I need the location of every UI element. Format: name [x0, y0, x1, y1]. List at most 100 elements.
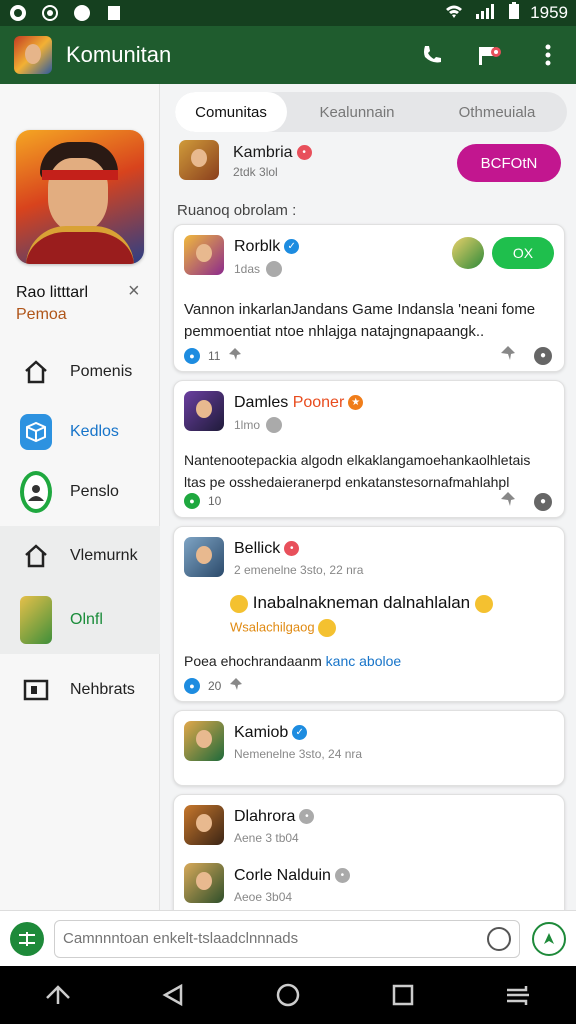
battery-icon: [508, 1, 520, 25]
tab-comunitas[interactable]: Comunitas: [175, 92, 287, 132]
share-icon[interactable]: [500, 345, 516, 366]
pin-icon[interactable]: [228, 347, 242, 364]
back-icon[interactable]: [153, 975, 193, 1015]
sidebar-item-label: Kedlos: [70, 423, 119, 440]
post-body: Nantenootepackia algodn elkaklangamoehan…: [184, 452, 531, 490]
post-card[interactable]: Damles Pooner ★ 1lmo Nantenootepackia alg…: [173, 380, 565, 518]
post-author: Rorblk ✓: [234, 238, 300, 256]
user-avatar[interactable]: [184, 805, 224, 845]
post-author: Kamiob ✓: [234, 724, 308, 742]
message-status-icon: [104, 4, 124, 22]
avatar-icon: [20, 596, 52, 644]
clock-icon: [266, 417, 283, 433]
post-meta: 1das: [234, 261, 283, 277]
user-avatar[interactable]: [184, 235, 224, 275]
join-button[interactable]: OX: [492, 237, 554, 269]
profile-name: Rao litttarl: [16, 284, 89, 301]
game-icon[interactable]: ●: [534, 492, 552, 511]
user-avatar[interactable]: [184, 721, 224, 761]
post-card[interactable]: Bellick • 2 emenelne 3sto, 22 nra Inabaln…: [173, 526, 565, 702]
post-body: Vannon inkarlanJandans Game Indansla 'ne…: [184, 301, 536, 340]
post-card[interactable]: Dlahrora • Aene 3 tb04 Corle Nalduin • Aeo…: [173, 794, 565, 910]
like-icon[interactable]: ●: [184, 677, 200, 694]
emoji-picker-icon[interactable]: [487, 926, 511, 951]
share-icon[interactable]: [500, 491, 516, 512]
cube-icon: [20, 414, 52, 450]
tab-kealunnain[interactable]: Kealunnain: [287, 92, 427, 132]
message-field: [54, 919, 520, 958]
user-avatar[interactable]: [184, 537, 224, 577]
recents-icon[interactable]: [383, 975, 423, 1015]
sidebar-item-nehbrats[interactable]: Nehbrats: [0, 660, 160, 720]
award-icon: ★: [348, 395, 364, 411]
post-reactions: ● 11: [184, 347, 242, 364]
pin-icon[interactable]: [229, 677, 243, 694]
app-title: Komunitan: [66, 42, 172, 67]
sidebar-item-label: Olnfl: [70, 611, 103, 628]
profile-subtitle: Pemoa: [16, 306, 67, 323]
sync-icon: [40, 4, 60, 22]
sidebar: Rao litttarl Pemoa × Pomenis Kedlos Pens…: [0, 84, 160, 910]
wifi-icon: [444, 3, 464, 24]
sidebar-item-kedlos[interactable]: Kedlos: [0, 402, 160, 462]
post-meta: Aeoe 3b04: [234, 890, 293, 904]
like-icon[interactable]: ●: [184, 347, 200, 364]
community-name: Kambria •: [233, 144, 312, 162]
follow-button[interactable]: BCFOtN: [457, 144, 561, 182]
sidebar-item-label: Pomenis: [70, 363, 133, 380]
post-title: Inabalnakneman dalnahlalan: [230, 593, 493, 613]
sidebar-item-home[interactable]: Pomenis: [0, 342, 160, 402]
more-menu-button[interactable]: [534, 41, 562, 69]
sidebar-item-vlemurnk[interactable]: Vlemurnk: [0, 526, 160, 586]
sidebar-item-label: Vlemurnk: [70, 547, 138, 564]
game-icon[interactable]: ●: [534, 346, 552, 365]
sidebar-item-label: Penslo: [70, 483, 119, 500]
post-meta: Aene 3 tb04: [234, 831, 299, 845]
verified-badge-icon: •: [296, 145, 312, 161]
message-input[interactable]: [63, 930, 487, 947]
member-avatar: [452, 237, 484, 269]
post-author: Bellick •: [234, 540, 300, 558]
phone-status-icon: [72, 4, 92, 22]
post-reactions: ● 10: [184, 493, 221, 509]
app-logo: [14, 36, 52, 74]
tab-othmeuiala[interactable]: Othmeuiala: [427, 92, 567, 132]
sidebar-item-olnfl[interactable]: Olnfl: [0, 586, 160, 654]
profile-hero-image[interactable]: [16, 130, 144, 264]
community-meta: 2tdk 3lol: [233, 165, 278, 179]
emoji-icon: [230, 594, 248, 613]
post-author: Damles Pooner ★: [234, 394, 364, 412]
home-icon: [20, 540, 52, 572]
notification-icon: [8, 4, 28, 22]
post-card[interactable]: Kamiob ✓ Nemenelne 3sto, 24 nra: [173, 710, 565, 786]
flag-button[interactable]: [476, 41, 504, 69]
sidebar-item-label: Nehbrats: [70, 681, 135, 698]
home-icon: [20, 356, 52, 388]
post-subtitle: Wsalachilgaog: [230, 619, 337, 637]
status-bar: 1959: [0, 0, 576, 26]
nav-up-icon[interactable]: [38, 975, 78, 1015]
signal-icon: [474, 3, 498, 24]
status-icon: •: [299, 809, 315, 825]
main-content: Comunitas Kealunnain Othmeuiala Kambria •…: [161, 84, 576, 910]
user-avatar[interactable]: [184, 391, 224, 431]
community-avatar[interactable]: [179, 140, 219, 180]
post-body: Poea ehochrandaanm kanc aboloe: [184, 653, 402, 669]
clock-icon: [266, 261, 283, 277]
post-card[interactable]: Rorblk ✓ 1das OX Vannon inkarlanJandans G…: [173, 224, 565, 372]
switch-icon[interactable]: [498, 975, 538, 1015]
emoji-icon: [474, 594, 493, 613]
sidebar-item-penslo[interactable]: Penslo: [0, 462, 160, 522]
send-button[interactable]: [532, 921, 566, 956]
section-label: Ruanoq obrolam :: [177, 202, 297, 219]
user-avatar[interactable]: [184, 863, 224, 903]
call-button[interactable]: [418, 41, 446, 69]
home-button-icon[interactable]: [268, 975, 308, 1015]
close-icon[interactable]: ×: [128, 280, 140, 303]
post-link[interactable]: kanc aboloe: [326, 653, 402, 669]
tab-bar: Comunitas Kealunnain Othmeuiala: [175, 92, 567, 132]
post-author: Corle Nalduin •: [234, 867, 350, 885]
like-icon[interactable]: ●: [184, 493, 200, 509]
attach-button[interactable]: [10, 921, 44, 956]
post-meta: Nemenelne 3sto, 24 nra: [234, 747, 363, 761]
